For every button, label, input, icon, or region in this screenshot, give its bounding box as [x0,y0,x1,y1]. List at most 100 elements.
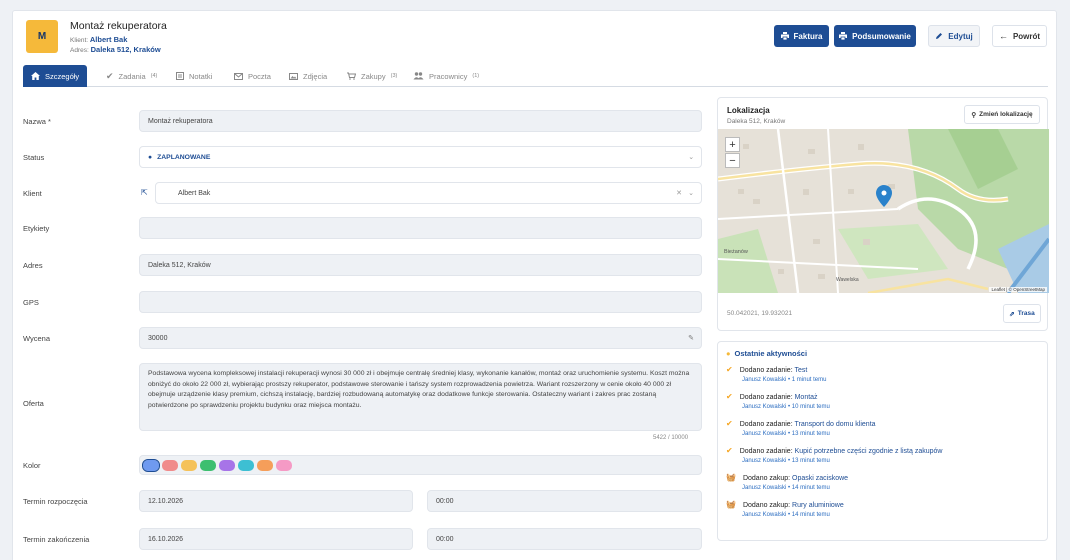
tab-label: Zakupy [361,71,386,81]
external-link-icon[interactable]: ⇱ [141,188,148,197]
offer-label: Oferta [23,399,44,408]
color-label: Kolor [23,461,41,470]
calculator-icon[interactable]: ✎ [688,334,694,342]
arrow-left-icon: ← [998,31,1008,41]
status-select-value: ZAPLANOWANE [157,153,211,161]
client-meta: Klient: Albert Bak [70,35,127,44]
color-swatch[interactable] [257,460,273,471]
price-input[interactable]: 30000 ✎ [139,327,702,349]
activity-subject-link[interactable]: Rury aluminiowe [792,502,844,509]
invoice-button[interactable]: Faktura [774,25,829,47]
location-panel: Lokalizacja Daleka 512, Kraków ⚲ Zmień l… [717,97,1049,331]
color-picker [139,455,702,475]
address-label: Adres [23,261,43,270]
activity-time: 13 minut temu [791,431,830,437]
activity-user[interactable]: Janusz Kowalski [742,431,786,437]
activity-subject-link[interactable]: Opaski zaciskowe [792,475,848,482]
check-icon: ✔ [726,446,733,455]
summary-button[interactable]: Podsumowanie [834,25,916,47]
activity-time: 10 minut temu [791,404,830,410]
activity-item: 🧺 Dodano zakup: Rury aluminiowe Janusz Kow… [726,500,844,518]
activity-title-text: Ostatnie aktywności [734,349,808,358]
tags-label: Etykiety [23,224,50,233]
tab-purchases[interactable]: Zakupy (3) [347,65,397,87]
chevron-down-icon: ⌄ [688,154,694,161]
tags-input[interactable] [139,217,702,239]
color-swatch[interactable] [238,460,254,471]
address-meta-label: Adres: [70,47,89,54]
users-icon [413,72,424,80]
end-date-input[interactable]: 16.10.2026 [139,528,413,550]
activity-title: ● Ostatnie aktywności [726,349,807,358]
tab-tasks[interactable]: ✔ Zadania (4) [106,65,157,87]
map[interactable]: Bieżanów Wawelska + − Leaflet | © OpenSt… [718,129,1049,293]
activity-subject-link[interactable]: Transport do domu klienta [794,421,875,428]
activity-user[interactable]: Janusz Kowalski [742,512,786,518]
change-location-button[interactable]: ⚲ Zmień lokalizację [964,105,1040,124]
activity-subject-link[interactable]: Montaż [795,394,818,401]
printer-icon [780,32,789,40]
basket-icon: 🧺 [726,473,736,482]
check-icon: ✔ [726,365,733,374]
status-select[interactable]: ● ZAPLANOWANE ⌄ [139,146,702,168]
start-date-input[interactable]: 12.10.2026 [139,490,413,512]
activity-user[interactable]: Janusz Kowalski [742,377,786,383]
zoom-in-button[interactable]: + [725,137,740,152]
price-label: Wycena [23,334,51,343]
end-time-input[interactable]: 00:00 [427,528,702,550]
tab-label: Poczta [248,71,271,81]
price-input-value: 30000 [148,334,168,342]
note-icon [176,72,184,80]
client-meta-link[interactable]: Albert Bak [90,35,128,44]
activity-action: Dodano zadanie: [739,394,793,401]
gps-input[interactable] [139,291,702,313]
tab-photos[interactable]: Zdjęcia [289,65,327,87]
activity-item: ✔ Dodano zadanie: Montaż Janusz Kowalski •… [726,392,830,410]
activity-subject-link[interactable]: Kupić potrzebne części zgodnie z listą z… [795,448,943,455]
zoom-out-button[interactable]: − [725,153,740,168]
color-swatch[interactable] [219,460,235,471]
gps-label: GPS [23,298,39,307]
start-time-input[interactable]: 00:00 [427,490,702,512]
tab-label: Notatki [189,71,213,81]
color-swatch[interactable] [162,460,178,471]
offer-textarea[interactable]: Podstawowa wycena kompleksowej instalacj… [139,363,702,431]
name-input[interactable]: Montaż rekuperatora [139,110,702,132]
map-label-biezanow: Bieżanów [724,249,748,255]
client-meta-label: Klient: [70,37,89,44]
tab-notes[interactable]: Notatki [176,65,212,87]
tab-mail[interactable]: Poczta [234,65,271,87]
envelope-icon [234,72,243,80]
activity-action: Dodano zakup: [742,475,791,482]
activity-user[interactable]: Janusz Kowalski [742,458,786,464]
clear-icon[interactable]: ✕ [676,189,682,197]
tab-details[interactable]: Szczegóły [23,65,88,87]
color-swatch[interactable] [276,460,292,471]
activity-item: ✔ Dodano zadanie: Kupić potrzebne części … [726,446,943,464]
client-select-value: Albert Bak [178,189,211,197]
tab-workers[interactable]: Pracownicy (1) [413,65,479,87]
summary-button-label: Podsumowanie [852,31,911,41]
job-avatar: M [26,20,58,53]
back-button[interactable]: ← Powrót [992,25,1047,47]
edit-button[interactable]: Edytuj [928,25,980,47]
color-swatch[interactable] [142,459,160,472]
address-input[interactable]: Daleka 512, Kraków [139,254,702,276]
tab-label: Pracownicy [429,71,468,81]
activity-subject-link[interactable]: Test [794,367,807,374]
activity-user[interactable]: Janusz Kowalski [742,404,786,410]
route-button[interactable]: ⇗ Trasa [1003,304,1041,323]
offer-char-counter: 5422 / 10000 [653,435,689,441]
activity-user[interactable]: Janusz Kowalski [742,485,786,491]
chevron-down-icon: ⌄ [688,190,694,197]
address-meta-link[interactable]: Daleka 512, Kraków [91,45,161,54]
activity-item: ✔ Dodano zadanie: Transport do domu klien… [726,419,876,437]
map-pin-icon: ⚲ [971,111,977,119]
page-title: Montaż rekuperatora [70,20,167,32]
color-swatch[interactable] [200,460,216,471]
color-swatch[interactable] [181,460,197,471]
client-select[interactable]: Albert Bak ✕ ⌄ [155,182,702,204]
tab-label: Szczegóły [45,71,80,81]
tab-count: (1) [472,73,480,79]
cart-icon [347,72,356,80]
